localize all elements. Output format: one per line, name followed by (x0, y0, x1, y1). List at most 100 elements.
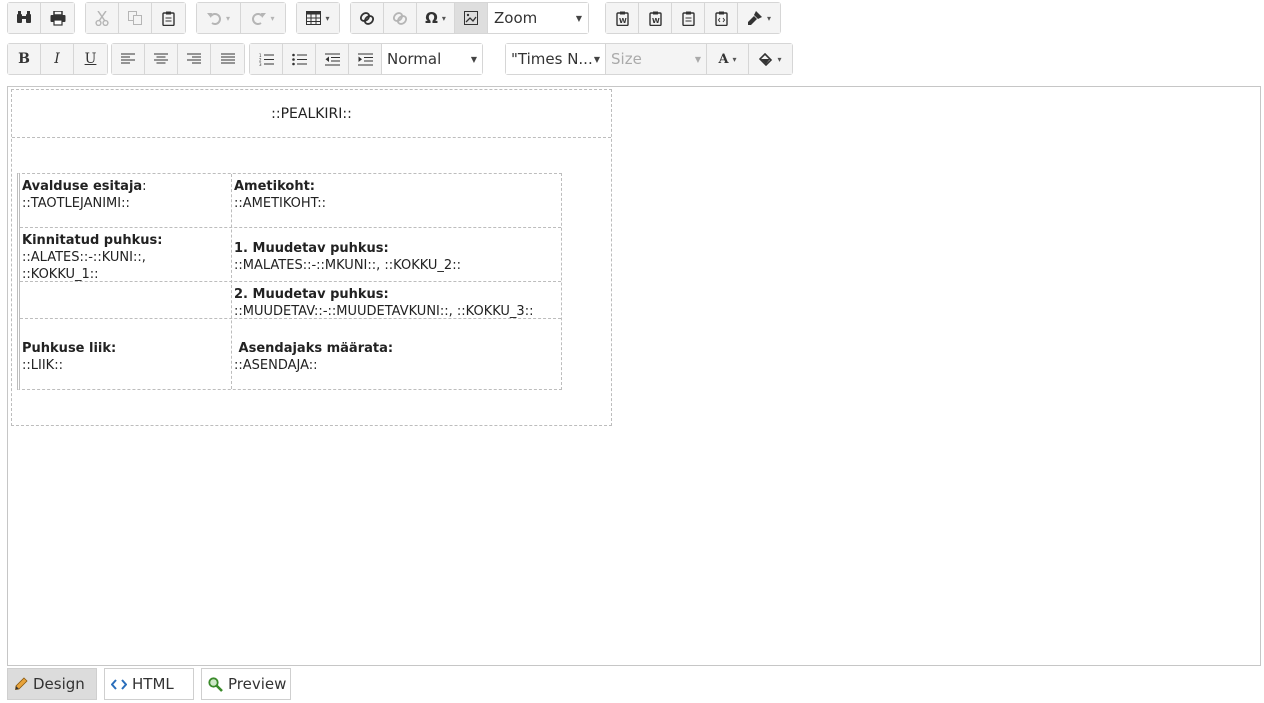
approved-leave-dates: ::ALATES::-::KUNI::, (22, 250, 146, 265)
copy-button[interactable] (119, 3, 152, 33)
insert-group: Ω ▾ Zoom ▼ (350, 2, 589, 34)
editor-mode-tabs: Design HTML Preview (7, 668, 298, 700)
bold-button[interactable]: B (8, 44, 41, 74)
undo-icon (206, 13, 221, 25)
copy-icon (128, 11, 142, 25)
align-justify-icon (220, 53, 235, 64)
paste-from-word-clean-button[interactable]: W (639, 3, 672, 33)
align-right-button[interactable] (178, 44, 211, 74)
tab-preview[interactable]: Preview (201, 668, 291, 700)
code-icon (111, 678, 127, 691)
image-icon (464, 11, 478, 25)
document-title-row: ::PEALKIRI:: (12, 90, 611, 138)
approved-leave-cell[interactable]: Kinnitatud puhkus: ::ALATES::-::KUNI::, … (20, 230, 230, 285)
align-center-icon (154, 53, 168, 64)
table-group: ▾ (296, 2, 340, 34)
position-cell[interactable]: Ametikoht: ::AMETIKOHT:: (232, 176, 562, 214)
changed-leave-2-label: 2. Muudetav puhkus: (234, 287, 389, 302)
form-table: Avalduse esitaja: ::TAOTLEJANIMI:: Ameti… (17, 173, 562, 390)
font-color-button[interactable]: A ▾ (707, 44, 749, 74)
chevron-down-icon: ▼ (575, 13, 582, 23)
substitute-value: ::ASENDAJA:: (234, 358, 318, 373)
document-title: ::PEALKIRI:: (271, 105, 352, 122)
search-print-group (7, 2, 75, 34)
background-color-button[interactable]: ▾ (749, 44, 792, 74)
paste-button[interactable] (152, 3, 185, 33)
clipboard-icon (162, 11, 175, 26)
ordered-list-button[interactable]: 123 (250, 44, 283, 74)
paste-word-clean-icon: W (648, 11, 662, 26)
substitute-label: Asendajaks määrata: (234, 341, 394, 356)
remove-link-button[interactable] (384, 3, 417, 33)
editor-content-area[interactable]: ::PEALKIRI:: Avalduse esitaja: ::TAOTLEJ… (7, 86, 1261, 666)
link-icon (359, 11, 375, 25)
cut-button[interactable] (86, 3, 119, 33)
paragraph-format-select[interactable]: Normal ▼ (382, 44, 482, 74)
paste-options-group: W W ▾ (605, 2, 781, 34)
position-value: ::AMETIKOHT:: (234, 196, 326, 211)
changed-leave-1-value: ::MALATES::-::MKUNI::, ::KOKKU_2:: (234, 258, 461, 273)
paste-plain-text-button[interactable] (672, 3, 705, 33)
history-group: ▾ ▾ (196, 2, 286, 34)
find-button[interactable] (8, 3, 41, 33)
font-size-placeholder: Size (611, 50, 642, 68)
redo-icon (252, 13, 267, 25)
text-style-group: B I U (7, 43, 108, 75)
changed-leave-1-cell[interactable]: 1. Muudetav puhkus: ::MALATES::-::MKUNI:… (232, 238, 562, 276)
leave-type-cell[interactable]: Puhkuse liik: ::LIIK:: (20, 338, 230, 376)
insert-image-button[interactable] (455, 3, 488, 33)
font-group: "Times N... ▼ Size ▼ A ▾ ▾ (505, 43, 793, 75)
italic-button[interactable]: I (41, 44, 74, 74)
magnifier-icon (208, 676, 223, 692)
format-painter-button[interactable]: ▾ (738, 3, 780, 33)
align-left-button[interactable] (112, 44, 145, 74)
paste-word-icon: W (615, 11, 629, 26)
insert-table-button[interactable]: ▾ (297, 3, 339, 33)
chevron-down-icon: ▼ (470, 54, 477, 64)
indent-icon (357, 53, 373, 65)
applicant-label-colon: : (142, 179, 147, 194)
print-button[interactable] (41, 3, 74, 33)
svg-text:3: 3 (259, 62, 262, 66)
font-color-icon: A (718, 51, 729, 67)
insert-link-button[interactable] (351, 3, 384, 33)
clipboard-group (85, 2, 186, 34)
changed-leave-2-cell[interactable]: 2. Muudetav puhkus: ::MUUDETAV::-::MUUDE… (232, 284, 565, 322)
ordered-list-icon: 123 (259, 53, 274, 66)
justify-button[interactable] (211, 44, 244, 74)
paste-html-button[interactable] (705, 3, 738, 33)
font-name-value: "Times N... (511, 50, 593, 68)
redo-button[interactable]: ▾ (241, 3, 285, 33)
undo-button[interactable]: ▾ (197, 3, 241, 33)
substitute-cell[interactable]: Asendajaks määrata:::ASENDAJA:: (232, 338, 562, 376)
font-name-select[interactable]: "Times N... ▼ (506, 44, 606, 74)
paragraph-format-value: Normal (387, 50, 442, 68)
pencil-icon (14, 677, 28, 691)
special-character-button[interactable]: Ω ▾ (417, 3, 455, 33)
paste-text-icon (681, 11, 695, 26)
applicant-cell[interactable]: Avalduse esitaja: ::TAOTLEJANIMI:: (20, 176, 230, 214)
approved-leave-total: ::KOKKU_1:: (22, 267, 99, 282)
italic-icon: I (54, 51, 60, 67)
table-icon (306, 11, 322, 25)
indent-button[interactable] (349, 44, 382, 74)
bullet-list-button[interactable] (283, 44, 316, 74)
zoom-label: Zoom (494, 9, 538, 27)
svg-text:W: W (619, 17, 627, 25)
omega-icon: Ω (425, 9, 438, 27)
svg-text:W: W (652, 17, 660, 25)
tab-preview-label: Preview (228, 675, 287, 693)
outdent-button[interactable] (316, 44, 349, 74)
changed-leave-1-label: 1. Muudetav puhkus: (234, 241, 389, 256)
unlink-icon (392, 11, 408, 25)
approved-leave-label: Kinnitatud puhkus: (22, 233, 163, 248)
tab-html[interactable]: HTML (104, 668, 194, 700)
paste-from-word-button[interactable]: W (606, 3, 639, 33)
zoom-select[interactable]: Zoom ▼ (488, 3, 588, 33)
underline-button[interactable]: U (74, 44, 107, 74)
chevron-down-icon: ▼ (593, 54, 600, 64)
align-center-button[interactable] (145, 44, 178, 74)
document-outer-table: ::PEALKIRI:: Avalduse esitaja: ::TAOTLEJ… (11, 89, 612, 426)
font-size-select[interactable]: Size ▼ (606, 44, 707, 74)
tab-design[interactable]: Design (7, 668, 97, 700)
